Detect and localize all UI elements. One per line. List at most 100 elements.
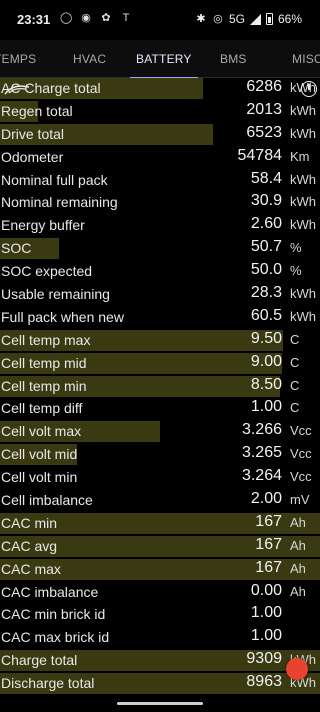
data-row: CAC max 167 Ah [0,558,320,581]
row-value: 1.00 [250,604,282,622]
battery-data-list: AC Charge total 6286 kWh Regen total 2013 kWh… [0,77,320,695]
row-label: CAC imbalance [1,583,99,600]
row-label: CAC min brick id [1,606,106,623]
row-label: Discharge total [1,675,95,692]
data-row: AC Charge total 6286 kWh [0,77,320,100]
row-value: 9.50 [250,329,282,347]
row-value: 30.9 [250,192,282,210]
row-unit: % [290,263,302,279]
tesla-logo-icon [4,85,30,95]
row-unit: kWh [290,286,316,302]
row-value: 8.50 [250,375,282,393]
row-label: SOC expected [1,263,93,280]
data-row: Cell volt min 3.264 Vcc [0,466,320,489]
row-value: 167 [255,558,282,576]
hotspot-icon: ◎ [213,13,223,25]
tab-bar: TEMPS HVAC BATTERY BMS MISC [0,40,320,79]
row-label: Cell volt max [1,423,82,440]
row-value: 9309 [246,650,282,668]
row-unit: kWh [290,171,316,187]
row-value: 60.5 [250,306,282,324]
gesture-bar [117,702,203,705]
data-row: Cell volt mid 3.265 Vcc [0,443,320,466]
data-row: CAC avg 167 Ah [0,535,320,558]
clock-icon[interactable] [301,81,317,97]
data-row: Full pack when new 60.5 kWh [0,306,320,329]
system-icons: ✱ ◎ 5G 66% [195,12,302,26]
row-value: 54784 [237,146,283,164]
row-label: Energy buffer [1,217,85,234]
row-label: SOC [1,240,32,257]
signal-icon [249,13,261,25]
data-row: CAC min brick id 1.00 [0,603,320,626]
data-row: Energy buffer 2.60 kWh [0,214,320,237]
battery-icon [265,13,273,25]
data-row: Discharge total 8963 kWh [0,672,320,695]
data-row: Cell volt max 3.266 Vcc [0,420,320,443]
data-row: Cell temp diff 1.00 C [0,397,320,420]
data-row: SOC 50.7% [0,237,320,260]
row-unit: C [290,377,300,393]
data-row: Cell temp max 9.50 C [0,329,320,352]
row-label: Cell temp mid [1,354,87,371]
row-value: 2.60 [250,215,282,233]
row-value: 28.3 [250,284,282,302]
tab-misc[interactable]: MISC [292,40,320,78]
row-label: Regen total [1,102,73,119]
row-label: Usable remaining [1,286,110,303]
row-label: Charge total [1,652,78,669]
row-label: Cell temp diff [1,400,83,417]
status-time: 23:31 [17,12,51,27]
tab-temps[interactable]: TEMPS [0,40,36,78]
row-label: CAC max [1,560,61,577]
status-bar: 23:31 ◯ ◉ ✿ T ✱ ◎ 5G 66% [0,0,320,40]
tab-battery[interactable]: BATTERY [130,40,198,79]
row-label: CAC avg [1,537,58,554]
row-unit: C [290,331,300,347]
row-value: 167 [255,535,282,553]
row-unit: C [290,354,300,370]
row-value: 0.00 [250,581,282,599]
row-unit: Ah [290,537,306,553]
tab-bms[interactable]: BMS [220,40,247,78]
bluetooth-icon: ✱ [196,13,206,25]
row-unit: kWh [290,102,316,118]
data-row: Odometer 54784 Km [0,146,320,169]
row-value: 3.265 [241,444,282,462]
shield-icon: ◯ [60,12,73,24]
row-value: 50.7 [250,238,282,256]
notification-icons: ◯ ◉ ✿ T [60,12,132,24]
data-row: Cell imbalance 2.00 mV [0,489,320,512]
row-label: Cell imbalance [1,492,93,509]
row-label: Cell temp min [1,377,87,394]
data-row: Cell temp min 8.50 C [0,375,320,398]
row-unit: Km [290,148,310,164]
battery-percent: 66% [277,12,302,26]
data-row: Usable remaining 28.3 kWh [0,283,320,306]
row-value: 8963 [246,673,282,691]
data-row: Nominal full pack 58.4 kWh [0,169,320,192]
row-unit: Vcc [290,446,312,462]
row-label: CAC max brick id [1,629,110,646]
row-unit: % [290,240,302,256]
row-label: CAC min [1,514,58,531]
row-unit: C [290,400,300,416]
row-value: 58.4 [250,169,282,187]
data-row: Cell temp mid 9.00 C [0,352,320,375]
row-unit: kWh [290,194,316,210]
app-icon: ✿ [101,12,111,24]
data-row: CAC imbalance 0.00 Ah [0,581,320,604]
row-label: Drive total [1,125,65,142]
browser-icon: ◉ [81,12,91,24]
network-type: 5G [228,12,245,26]
row-value: 1.00 [250,398,282,416]
row-value: 2013 [246,100,282,118]
tesla-icon: T [122,12,130,24]
tab-hvac[interactable]: HVAC [73,40,106,78]
row-label: Cell volt mid [1,446,78,463]
data-row: SOC expected 50.0% [0,260,320,283]
row-unit: Ah [290,514,306,530]
record-button[interactable] [286,658,308,680]
data-row: Drive total 6523 kWh [0,123,320,146]
row-unit: mV [290,492,310,508]
